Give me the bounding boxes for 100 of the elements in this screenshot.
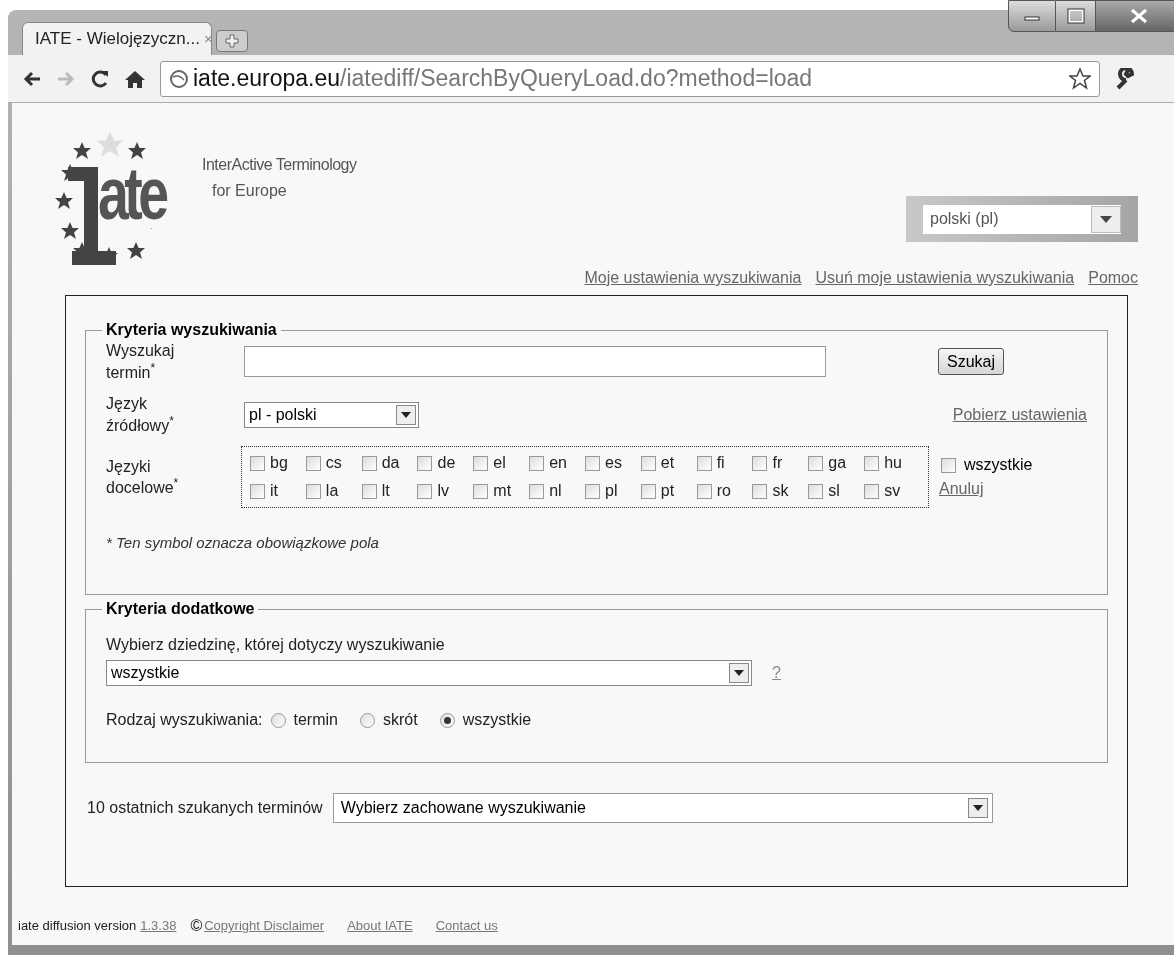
source-language-select[interactable]: pl - polski [244,401,419,428]
header-link[interactable]: Moje ustawienia wyszukiwania [584,266,802,290]
address-host: iate.europa.eu [193,65,341,92]
search-button[interactable]: Szukaj [938,348,1005,376]
globe-icon [169,68,189,89]
logo-tagline: InterActive Terminology [202,155,357,175]
checkbox-label: lt [381,481,390,502]
star-icon[interactable] [1069,67,1091,90]
section-heading: Kryteria dodatkowe [105,599,256,619]
checkbox[interactable] [473,483,489,499]
checkbox-label: it [270,481,278,502]
domain-select[interactable]: wszystkie [106,660,752,686]
caret-icon [401,411,411,418]
checkbox-label: lv [437,481,450,502]
maximize-icon [1066,8,1085,24]
checkbox-label: la [325,481,339,502]
load-settings-link[interactable]: Pobierz ustawienia [952,402,1087,427]
tab-close-button[interactable]: × [204,27,213,51]
section-heading: Kryteria wyszukiwania [105,320,278,340]
checkbox[interactable] [696,455,712,471]
dropdown-button[interactable] [967,798,988,818]
header-link[interactable]: Pomoc [1088,266,1138,290]
checkbox[interactable] [696,483,712,499]
checkbox-label: fr [772,453,783,474]
dropdown-button[interactable] [729,663,749,683]
checkbox-label: el [493,453,506,474]
checkbox[interactable] [361,455,377,471]
footer-link[interactable]: Copyright Disclaimer [204,916,325,936]
minimize-button[interactable] [1008,0,1056,32]
tab-title: IATE - Wielojęzyczn... [35,28,200,51]
field-label: Wyszukaj termin$^{*}$ [106,341,176,383]
checkbox[interactable] [808,483,824,499]
checkbox[interactable] [808,455,824,471]
logo-tagline: for Europe [211,181,288,201]
address-path: /iatediff/SearchByQueryLoad.do?method=load [340,65,813,92]
dropdown-button[interactable] [396,404,416,425]
version-link[interactable]: 1.3.38 [140,916,177,936]
close-button[interactable] [1096,0,1174,32]
field-label: Języki docelowe$^{*}$ [106,456,180,499]
logo-wordmark: ate [98,157,165,231]
checkbox[interactable] [864,483,880,499]
checkbox-label: mt [493,481,512,502]
close-icon [1128,8,1149,24]
checkbox-label: et [660,453,675,474]
checkbox-label: fi [716,453,725,474]
field-label: Rodzaj wyszukiwania: [106,710,263,730]
radio-button[interactable] [439,712,455,728]
checkbox[interactable] [752,483,768,499]
search-term-field[interactable] [244,346,826,378]
checkbox-label: pt [660,481,675,502]
back-button[interactable] [22,69,42,88]
checkbox[interactable] [864,455,880,471]
checkbox[interactable] [305,483,321,499]
checkbox[interactable] [529,455,545,471]
footer-link[interactable]: About IATE [347,916,413,936]
required-fields-note: * Ten symbol oznacza obowiązkowe pola [106,533,380,554]
checkbox-label: da [381,453,400,474]
checkbox[interactable] [585,483,600,499]
reload-button[interactable] [90,68,110,89]
home-button[interactable] [124,68,146,89]
checkbox[interactable] [941,457,956,473]
checkbox-label: hu [884,453,902,474]
address-bar[interactable]: iate.europa.eu/iatediff/SearchByQueryLoad.do?method=load [160,60,1100,97]
checkbox[interactable] [361,483,377,499]
help-link[interactable]: ? [772,661,781,685]
checkbox-label: ro [716,481,731,502]
checkbox-label: wszystkie [964,455,1033,476]
dropdown-button[interactable] [1091,205,1121,233]
field-label: Wybierz dziedzinę, której dotyczy wyszukiwanie [106,635,446,655]
browser-tab[interactable]: IATE - Wielojęzyczn... × [22,22,212,55]
checkbox[interactable] [417,455,433,471]
checkbox[interactable] [417,483,433,499]
radio-button[interactable] [270,712,286,728]
cancel-link[interactable]: Anuluj [939,477,1033,502]
checkbox-label: ga [828,453,847,474]
checkbox[interactable] [250,483,265,499]
checkbox[interactable] [640,483,656,499]
checkbox-label: de [437,453,456,474]
checkbox[interactable] [585,455,600,471]
checkbox[interactable] [752,455,768,471]
copyright-symbol: © [190,916,203,936]
checkbox[interactable] [529,483,545,499]
checkbox[interactable] [250,455,265,471]
saved-searches-select[interactable]: Wybierz zachowane wyszukiwanie [332,793,993,823]
checkbox[interactable] [473,455,489,471]
checkbox[interactable] [640,455,656,471]
maximize-button[interactable] [1056,0,1096,32]
header-link[interactable]: Usuń moje ustawienia wyszukiwania [815,266,1075,290]
caret-icon [734,670,744,676]
language-select[interactable]: polski (pl) [923,204,1121,234]
new-tab-button[interactable] [216,30,248,52]
checkbox-label: sv [884,481,901,502]
caret-icon [1100,215,1112,223]
radio-label: skrót [382,710,418,730]
checkbox[interactable] [305,455,321,471]
caret-icon [972,805,983,811]
footer-link[interactable]: Contact us [435,916,498,936]
checkbox-label: es [605,453,622,474]
checkbox-label: cs [325,453,342,474]
radio-button[interactable] [359,712,375,728]
